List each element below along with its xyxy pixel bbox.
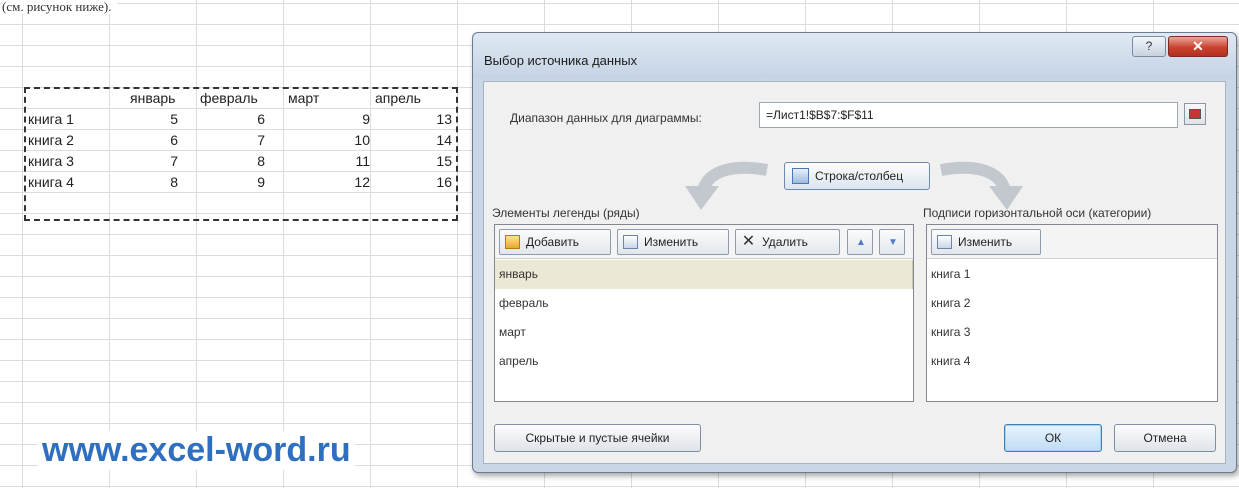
delete-series-label: Удалить: [762, 235, 808, 249]
value-cell[interactable]: 10: [310, 130, 370, 151]
axis-label-item[interactable]: книга 3: [927, 318, 1217, 347]
value-cell[interactable]: 6: [118, 130, 178, 151]
edit-icon: [623, 235, 638, 249]
legend-series-item[interactable]: март: [495, 318, 913, 347]
axis-label-item[interactable]: книга 1: [927, 260, 1217, 289]
value-cell[interactable]: 8: [205, 151, 265, 172]
axis-toolbar: Изменить: [927, 225, 1217, 259]
value-cell[interactable]: 15: [392, 151, 452, 172]
delete-series-button[interactable]: ✕ Удалить: [735, 229, 840, 255]
dialog-titlebar[interactable]: Выбор источника данных ? ✕: [473, 33, 1236, 79]
legend-series-item[interactable]: январь: [495, 260, 913, 289]
switch-row-column-button[interactable]: Строка/столбец: [784, 162, 930, 190]
value-cell[interactable]: 14: [392, 130, 452, 151]
value-cell[interactable]: 9: [310, 109, 370, 130]
delete-icon: ✕: [741, 233, 756, 250]
move-down-button[interactable]: ▼: [879, 229, 905, 255]
select-data-source-dialog: Выбор источника данных ? ✕ Диапазон данн…: [472, 32, 1237, 473]
axis-labels-label: Подписи горизонтальной оси (категории): [923, 206, 1152, 220]
legend-entries-label: Элементы легенды (ряды): [492, 206, 640, 220]
switch-row-column-label: Строка/столбец: [815, 169, 904, 183]
edit-series-button[interactable]: Изменить: [617, 229, 729, 255]
header-cell[interactable]: апрель: [375, 88, 421, 109]
curved-arrow-left-icon: [685, 161, 769, 210]
caption-text: (см. рисунок ниже).: [2, 0, 118, 14]
legend-series-item[interactable]: апрель: [495, 347, 913, 376]
header-cell[interactable]: январь: [130, 88, 175, 109]
axis-labels-panel: Изменить книга 1 книга 2 книга 3 книга 4: [926, 224, 1218, 402]
move-up-icon: ▲: [856, 237, 866, 248]
collapse-dialog-icon: [1189, 109, 1201, 119]
row-label-cell[interactable]: книга 3: [28, 151, 74, 172]
value-cell[interactable]: 6: [205, 109, 265, 130]
move-down-icon: ▼: [888, 237, 898, 248]
curved-arrow-right-icon: [939, 161, 1023, 210]
value-cell[interactable]: 11: [310, 151, 370, 172]
value-cell[interactable]: 12: [310, 172, 370, 193]
legend-series-item[interactable]: февраль: [495, 289, 913, 318]
range-collapse-button[interactable]: [1184, 103, 1206, 125]
dialog-body: Диапазон данных для диаграммы: Строка/ст…: [483, 81, 1226, 464]
chart-range-input[interactable]: [759, 102, 1178, 128]
legend-series-list: январь февраль март апрель: [495, 260, 913, 376]
cancel-button[interactable]: Отмена: [1114, 424, 1216, 452]
legend-entries-panel: Добавить Изменить ✕ Удалить ▲ ▼ январь ф…: [494, 224, 914, 402]
axis-label-item[interactable]: книга 2: [927, 289, 1217, 318]
row-label-cell[interactable]: книга 2: [28, 130, 74, 151]
add-icon: [505, 235, 520, 249]
legend-toolbar: Добавить Изменить ✕ Удалить ▲ ▼: [495, 225, 913, 259]
hidden-empty-cells-button[interactable]: Скрытые и пустые ячейки: [494, 424, 701, 452]
value-cell[interactable]: 7: [205, 130, 265, 151]
edit-series-label: Изменить: [644, 235, 699, 249]
edit-axis-labels-label: Изменить: [958, 235, 1013, 249]
header-cell[interactable]: февраль: [200, 88, 258, 109]
add-series-label: Добавить: [526, 235, 580, 249]
edit-axis-labels-button[interactable]: Изменить: [931, 229, 1041, 255]
row-label-cell[interactable]: книга 4: [28, 172, 74, 193]
add-series-button[interactable]: Добавить: [499, 229, 611, 255]
row-label-cell[interactable]: книга 1: [28, 109, 74, 130]
header-cell[interactable]: март: [288, 88, 319, 109]
value-cell[interactable]: 7: [118, 151, 178, 172]
axis-labels-list: книга 1 книга 2 книга 3 книга 4: [927, 260, 1217, 376]
edit-icon: [937, 235, 952, 249]
help-button[interactable]: ?: [1132, 36, 1166, 57]
move-up-button[interactable]: ▲: [847, 229, 873, 255]
value-cell[interactable]: 5: [118, 109, 178, 130]
chart-range-label: Диапазон данных для диаграммы:: [510, 111, 702, 125]
value-cell[interactable]: 16: [392, 172, 452, 193]
value-cell[interactable]: 8: [118, 172, 178, 193]
axis-label-item[interactable]: книга 4: [927, 347, 1217, 376]
value-cell[interactable]: 13: [392, 109, 452, 130]
dialog-title: Выбор источника данных: [484, 53, 638, 68]
ok-button[interactable]: ОК: [1004, 424, 1102, 452]
close-button[interactable]: ✕: [1168, 36, 1228, 57]
value-cell[interactable]: 9: [205, 172, 265, 193]
site-watermark: www.excel-word.ru: [38, 431, 355, 470]
switch-row-column-icon: [792, 168, 809, 184]
